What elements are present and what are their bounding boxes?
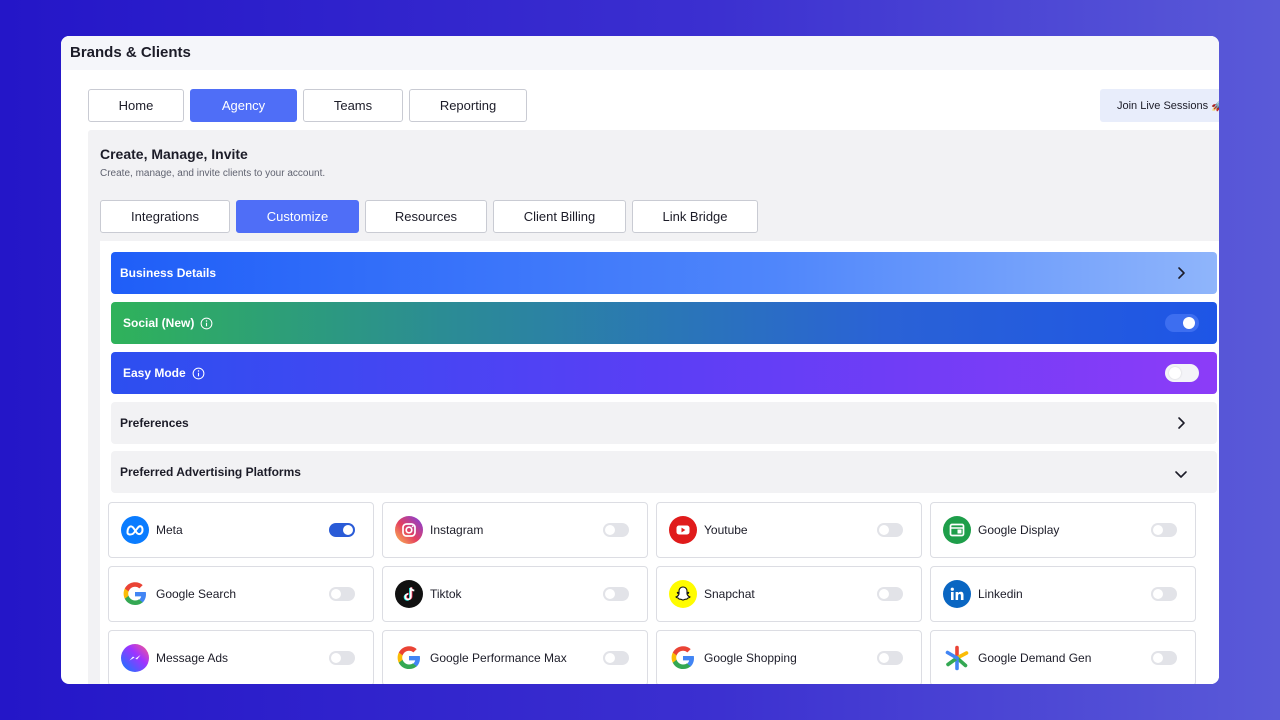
chevron-right-icon [1178, 267, 1185, 279]
platform-name: Linkedin [978, 587, 1023, 601]
google-search-toggle[interactable] [329, 587, 355, 601]
preferences-bar[interactable]: Preferences [111, 402, 1217, 444]
platforms-grid: Meta Instagram Youtube Google Display Go… [108, 502, 1198, 684]
google-icon [669, 644, 697, 672]
join-live-sessions-button[interactable]: Join Live Sessions 🚀 [1100, 89, 1219, 122]
platform-card-tiktok: Tiktok [382, 566, 648, 622]
tab-agency[interactable]: Agency [190, 89, 297, 122]
linkedin-toggle[interactable] [1151, 587, 1177, 601]
platform-name: Instagram [430, 523, 484, 537]
tab-link-bridge[interactable]: Link Bridge [632, 200, 758, 233]
business-details-label: Business Details [120, 266, 217, 280]
platform-card-youtube: Youtube [656, 502, 922, 558]
chevron-right-icon [1178, 417, 1185, 429]
platform-name: Snapchat [704, 587, 755, 601]
platform-name: Google Shopping [704, 651, 797, 665]
tiktok-icon [395, 580, 423, 608]
platform-card-google-shopping: Google Shopping [656, 630, 922, 684]
chevron-down-icon [1175, 471, 1187, 478]
tab-reporting[interactable]: Reporting [409, 89, 527, 122]
google-shopping-toggle[interactable] [877, 651, 903, 665]
tab-integrations[interactable]: Integrations [100, 200, 230, 233]
top-nav-tabs: Home Agency Teams Reporting [88, 89, 527, 122]
google-display-icon [943, 516, 971, 544]
info-icon[interactable] [192, 367, 205, 380]
section-title: Create, Manage, Invite [100, 146, 248, 162]
sub-nav-tabs: Integrations Customize Resources Client … [100, 200, 758, 233]
platform-card-meta: Meta [108, 502, 374, 558]
platform-card-google-display: Google Display [930, 502, 1196, 558]
platform-card-google-search: Google Search [108, 566, 374, 622]
social-toggle[interactable] [1165, 314, 1199, 332]
google-icon [395, 644, 423, 672]
window-title: Brands & Clients [61, 36, 1219, 70]
google-icon [121, 580, 149, 608]
easy-mode-bar: Easy Mode [111, 352, 1217, 394]
meta-toggle[interactable] [329, 523, 355, 537]
platform-name: Google Demand Gen [978, 651, 1092, 665]
tab-teams[interactable]: Teams [303, 89, 403, 122]
linkedin-icon [943, 580, 971, 608]
advertising-platforms-label: Preferred Advertising Platforms [120, 465, 301, 479]
instagram-icon [395, 516, 423, 544]
tab-resources[interactable]: Resources [365, 200, 487, 233]
tab-home[interactable]: Home [88, 89, 184, 122]
google-demand-gen-icon [943, 644, 971, 672]
easy-mode-label: Easy Mode [123, 366, 186, 380]
message-ads-toggle[interactable] [329, 651, 355, 665]
platform-name: Youtube [704, 523, 748, 537]
preferences-label: Preferences [120, 416, 189, 430]
meta-icon [121, 516, 149, 544]
platform-card-google-performance-max: Google Performance Max [382, 630, 648, 684]
google-demand-gen-toggle[interactable] [1151, 651, 1177, 665]
section-subtitle: Create, manage, and invite clients to yo… [100, 168, 326, 179]
tab-customize[interactable]: Customize [236, 200, 359, 233]
google-display-toggle[interactable] [1151, 523, 1177, 537]
platform-name: Meta [156, 523, 183, 537]
platform-card-linkedin: Linkedin [930, 566, 1196, 622]
snapchat-toggle[interactable] [877, 587, 903, 601]
customize-panel: Create, Manage, Invite Create, manage, a… [88, 130, 1219, 684]
messenger-icon [121, 644, 149, 672]
platform-card-google-demand-gen: Google Demand Gen [930, 630, 1196, 684]
platform-card-message-ads: Message Ads [108, 630, 374, 684]
easy-mode-toggle[interactable] [1165, 364, 1199, 382]
advertising-platforms-bar[interactable]: Preferred Advertising Platforms [111, 451, 1217, 493]
platform-name: Google Search [156, 587, 237, 601]
snapchat-icon [669, 580, 697, 608]
instagram-toggle[interactable] [603, 523, 629, 537]
tiktok-toggle[interactable] [603, 587, 629, 601]
social-bar: Social (New) [111, 302, 1217, 344]
app-window: Brands & Clients Home Agency Teams Repor… [61, 36, 1219, 684]
platform-name: Google Performance Max [430, 651, 567, 665]
business-details-bar[interactable]: Business Details [111, 252, 1217, 294]
youtube-icon [669, 516, 697, 544]
youtube-toggle[interactable] [877, 523, 903, 537]
google-performance-max-toggle[interactable] [603, 651, 629, 665]
platform-name: Tiktok [430, 587, 462, 601]
platform-name: Message Ads [156, 651, 229, 665]
info-icon[interactable] [200, 317, 213, 330]
tab-client-billing[interactable]: Client Billing [493, 200, 626, 233]
customize-content: Business Details Social (New) Easy Mode … [100, 241, 1219, 684]
social-label: Social (New) [123, 316, 195, 330]
platform-name: Google Display [978, 523, 1060, 537]
platform-card-snapchat: Snapchat [656, 566, 922, 622]
platform-card-instagram: Instagram [382, 502, 648, 558]
